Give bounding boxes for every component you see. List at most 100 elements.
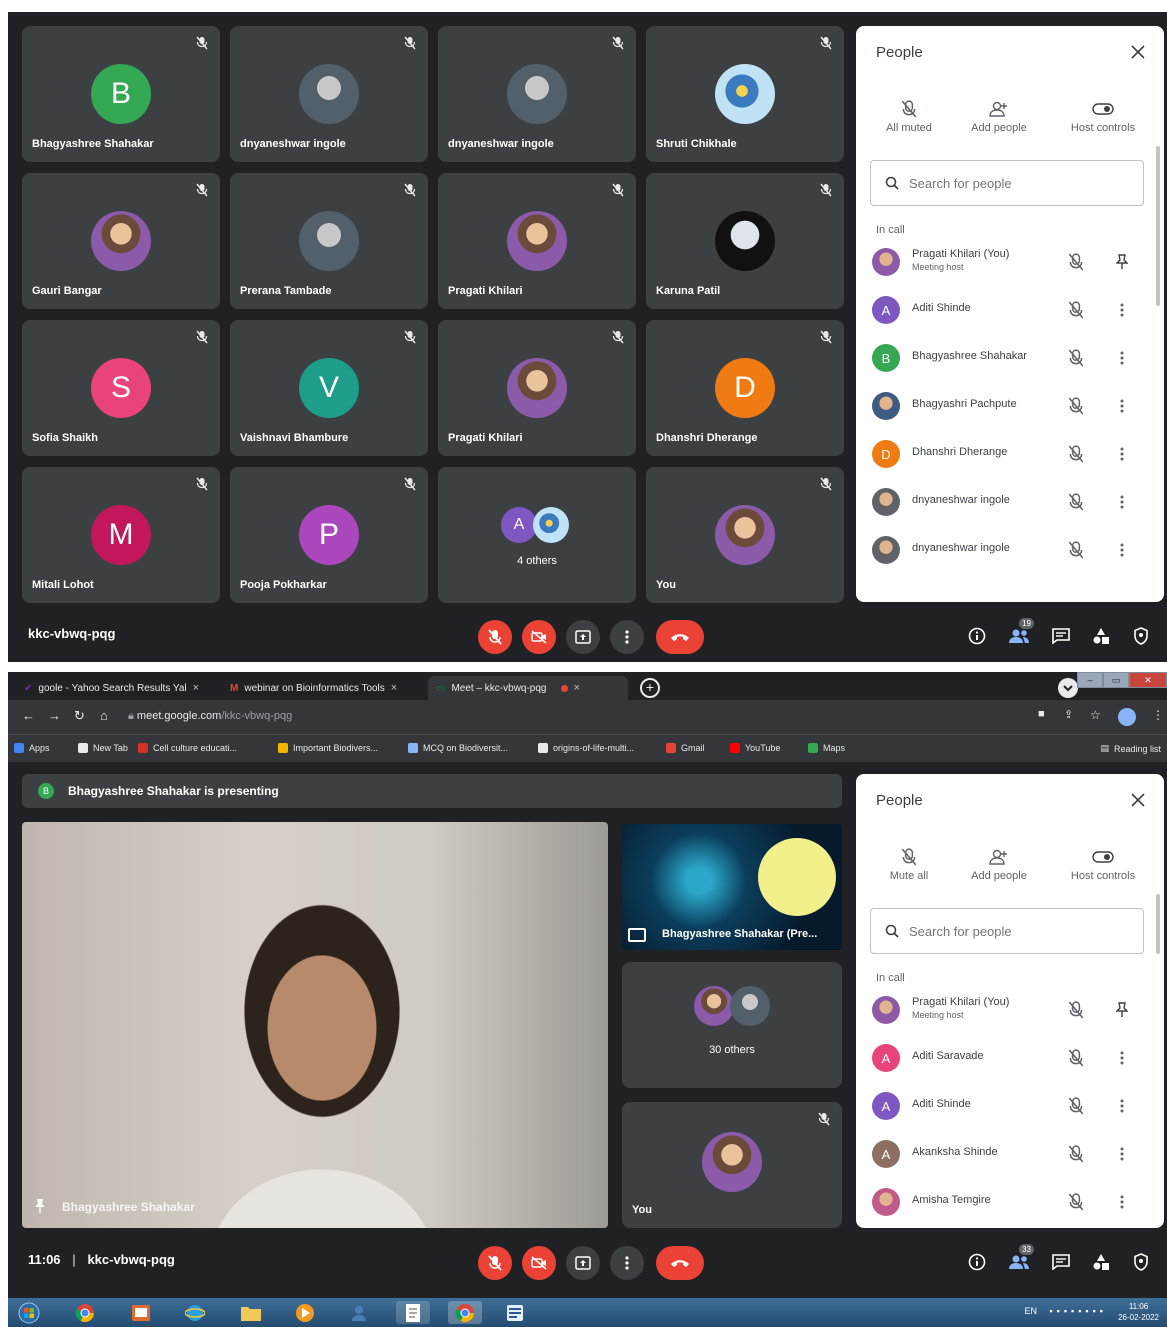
- bookmark-item[interactable]: Cell culture educati...: [138, 743, 237, 753]
- participant-tile[interactable]: V Vaishnavi Bhambure: [230, 320, 428, 456]
- participant-tile[interactable]: dnyaneshwar ingole: [230, 26, 428, 162]
- participant-tile[interactable]: D Dhanshri Dherange: [646, 320, 844, 456]
- bookmark-item[interactable]: origins-of-life-multi...: [538, 743, 634, 753]
- participant-row[interactable]: A Aditi Shinde: [872, 1088, 1152, 1124]
- meeting-details-button[interactable]: [964, 1249, 990, 1275]
- participant-row[interactable]: dnyaneshwar ingole: [872, 532, 1152, 568]
- tab-close-icon[interactable]: ×: [391, 682, 397, 694]
- taskbar-app[interactable]: [342, 1301, 376, 1324]
- participant-more-button[interactable]: [1112, 1192, 1132, 1212]
- close-panel-button[interactable]: [1126, 40, 1150, 64]
- back-arrow-icon[interactable]: ←: [22, 708, 35, 723]
- tab-yahoo-search[interactable]: ✔ goole - Yahoo Search Results Yal ×: [16, 676, 216, 700]
- others-tile[interactable]: A 4 others: [438, 467, 636, 603]
- participant-row[interactable]: Bhagyashri Pachpute: [872, 388, 1152, 424]
- participant-tile[interactable]: S Sofia Shaikh: [22, 320, 220, 456]
- tray-icons[interactable]: ▪▪▪▪▪▪▪▪: [1049, 1306, 1107, 1316]
- reading-list-button[interactable]: ▤ Reading list: [1100, 743, 1161, 754]
- self-tile[interactable]: You: [622, 1102, 842, 1228]
- present-button[interactable]: [566, 1246, 600, 1280]
- tab-webinar-gmail[interactable]: M webinar on Bioinformatics Tools ×: [222, 676, 422, 700]
- host-controls-button[interactable]: Host controls: [1058, 844, 1148, 882]
- taskbar-chrome-active[interactable]: [448, 1301, 482, 1324]
- meeting-details-button[interactable]: [964, 623, 990, 649]
- host-controls-button[interactable]: [1128, 623, 1154, 649]
- taskbar-document[interactable]: [396, 1301, 430, 1324]
- search-input[interactable]: [909, 923, 1129, 939]
- mic-button[interactable]: [478, 1246, 512, 1280]
- bookmark-item[interactable]: Gmail: [666, 743, 705, 753]
- participant-tile[interactable]: You: [646, 467, 844, 603]
- activities-button[interactable]: [1088, 623, 1114, 649]
- participant-mute-button[interactable]: [1068, 1145, 1086, 1163]
- start-button[interactable]: [14, 1301, 44, 1324]
- browser-menu-icon[interactable]: ⋮: [1152, 708, 1164, 722]
- profile-avatar[interactable]: [1118, 708, 1136, 726]
- camera-button[interactable]: [522, 1246, 556, 1280]
- participant-tile[interactable]: Pragati Khilari: [438, 173, 636, 309]
- bookmark-item[interactable]: MCQ on Biodiversit...: [408, 743, 508, 753]
- bookmark-star-icon[interactable]: ☆: [1090, 708, 1101, 722]
- forward-arrow-icon[interactable]: →: [48, 708, 61, 723]
- taskbar-ie[interactable]: [178, 1301, 212, 1324]
- participant-row[interactable]: Pragati Khilari (You) Meeting host: [872, 244, 1152, 280]
- panel-scrollbar[interactable]: [1156, 894, 1160, 954]
- search-input[interactable]: [909, 175, 1129, 191]
- leave-call-button[interactable]: [656, 1246, 704, 1280]
- activities-button[interactable]: [1088, 1249, 1114, 1275]
- participant-row[interactable]: Amisha Temgire: [872, 1184, 1152, 1220]
- search-field[interactable]: [870, 908, 1144, 954]
- participant-tile[interactable]: P Pooja Pokharkar: [230, 467, 428, 603]
- bookmark-item[interactable]: Important Biodivers...: [278, 743, 378, 753]
- participant-mute-button[interactable]: [1068, 1193, 1086, 1211]
- tab-close-icon[interactable]: ×: [193, 682, 199, 694]
- bookmark-item[interactable]: Apps: [14, 743, 50, 753]
- more-options-button[interactable]: [610, 1246, 644, 1280]
- taskbar-clock[interactable]: 11:06 26-02-2022: [1118, 1301, 1159, 1323]
- participant-more-button[interactable]: [1112, 492, 1132, 512]
- pin-button[interactable]: [1112, 252, 1132, 272]
- participant-tile[interactable]: Pragati Khilari: [438, 320, 636, 456]
- participant-mute-button[interactable]: [1068, 301, 1086, 319]
- participant-tile[interactable]: Karuna Patil: [646, 173, 844, 309]
- chat-button[interactable]: [1048, 1249, 1074, 1275]
- new-tab-button[interactable]: +: [640, 678, 660, 698]
- participant-mute-button[interactable]: [1068, 445, 1086, 463]
- bookmark-item[interactable]: YouTube: [730, 743, 780, 753]
- chat-button[interactable]: [1048, 623, 1074, 649]
- participant-mute-button[interactable]: [1068, 1049, 1086, 1067]
- host-controls-button[interactable]: [1128, 1249, 1154, 1275]
- participant-more-button[interactable]: [1112, 396, 1132, 416]
- taskbar-player[interactable]: [288, 1301, 322, 1324]
- participant-mute-button[interactable]: [1068, 493, 1086, 511]
- main-presenter-video[interactable]: Bhagyashree Shahakar: [22, 822, 608, 1228]
- minimize-button[interactable]: –: [1077, 672, 1103, 688]
- add-people-button[interactable]: Add people: [954, 96, 1044, 134]
- participant-row[interactable]: Pragati Khilari (You) Meeting host: [872, 992, 1152, 1028]
- pin-button[interactable]: [1112, 1000, 1132, 1020]
- participant-more-button[interactable]: [1112, 1144, 1132, 1164]
- taskbar-chrome[interactable]: [68, 1301, 102, 1324]
- host-controls-button[interactable]: Host controls: [1058, 96, 1148, 134]
- participant-mute-button[interactable]: [1068, 1097, 1086, 1115]
- participant-tile[interactable]: Shruti Chikhale: [646, 26, 844, 162]
- participant-mute-button[interactable]: [1068, 349, 1086, 367]
- participant-more-button[interactable]: [1112, 444, 1132, 464]
- others-tile[interactable]: 30 others: [622, 962, 842, 1088]
- maximize-button[interactable]: ▭: [1103, 672, 1129, 688]
- people-button[interactable]: 33: [1006, 1244, 1034, 1275]
- participant-tile[interactable]: Prerana Tambade: [230, 173, 428, 309]
- more-options-button[interactable]: [610, 620, 644, 654]
- bookmark-item[interactable]: Maps: [808, 743, 845, 753]
- participant-more-button[interactable]: [1112, 1096, 1132, 1116]
- url-field[interactable]: 🔒︎ meet.google.com/kkc-vbwq-pqg: [128, 710, 292, 723]
- search-field[interactable]: [870, 160, 1144, 206]
- participant-row[interactable]: A Aditi Shinde: [872, 292, 1152, 328]
- tab-meet[interactable]: ▭ Meet – kkc-vbwq-pqg ×: [428, 676, 628, 700]
- participant-more-button[interactable]: [1112, 540, 1132, 560]
- participant-row[interactable]: A Akanksha Shinde: [872, 1136, 1152, 1172]
- participant-more-button[interactable]: [1112, 1048, 1132, 1068]
- add-people-button[interactable]: Add people: [954, 844, 1044, 882]
- mic-button[interactable]: [478, 620, 512, 654]
- participant-tile[interactable]: Gauri Bangar: [22, 173, 220, 309]
